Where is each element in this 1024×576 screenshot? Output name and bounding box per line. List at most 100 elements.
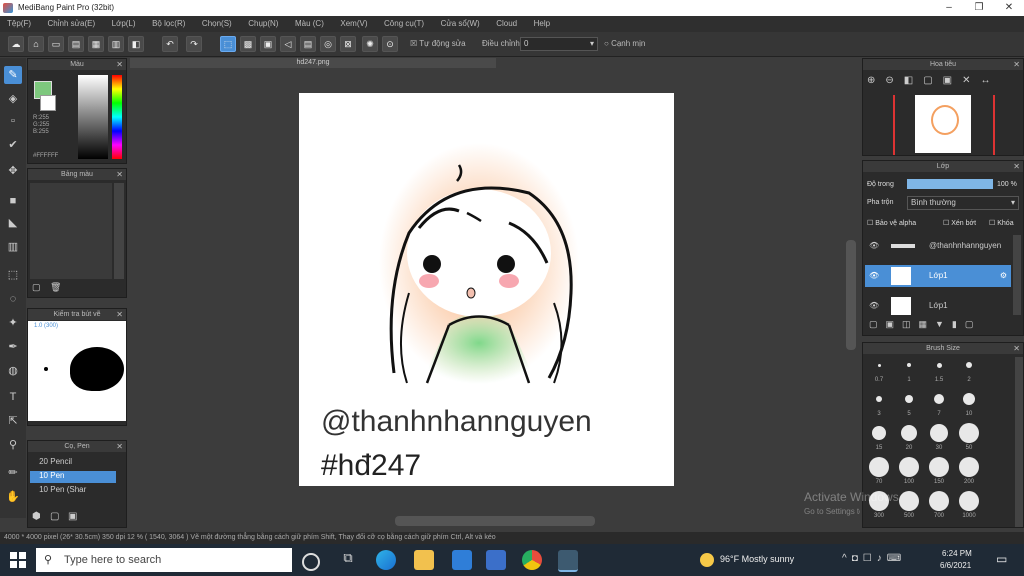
select-all-icon[interactable]: ⬚ — [220, 36, 236, 52]
clock-time[interactable]: 6:24 PM — [942, 549, 972, 558]
weather-sun-icon[interactable] — [700, 553, 714, 567]
palette-scrollbar[interactable] — [114, 183, 124, 279]
menu-snap[interactable]: Chụp(N) — [241, 16, 285, 32]
transform-icon[interactable]: ◁ — [280, 36, 296, 52]
vertical-scrollbar[interactable] — [846, 240, 856, 350]
file-explorer-icon[interactable] — [414, 550, 434, 570]
close-icon[interactable]: ✕ — [1013, 161, 1020, 172]
move-tool-icon[interactable]: ✥ — [4, 162, 22, 180]
bucket-tool-icon[interactable]: ◣ — [4, 214, 22, 232]
cortana-icon[interactable] — [302, 553, 320, 571]
edge-icon[interactable] — [376, 550, 396, 570]
hand-tool-icon[interactable]: ✋ — [4, 488, 22, 506]
redo-icon[interactable]: ↷ — [186, 36, 202, 52]
menu-file[interactable]: Tệp(F) — [0, 16, 38, 32]
snap-circle-icon[interactable]: ◎ — [320, 36, 336, 52]
brush-size-cell[interactable]: 7 — [927, 389, 951, 419]
close-button[interactable]: ✕ — [994, 0, 1024, 16]
auto-correct-checkbox[interactable]: ☒ Tự động sửa — [410, 39, 466, 48]
brush-size-cell[interactable]: 10 — [957, 389, 981, 419]
chrome-icon[interactable] — [522, 550, 542, 570]
brush-menu-icon[interactable]: ▣ — [68, 511, 77, 522]
menu-edit[interactable]: Chỉnh sửa(E) — [41, 16, 103, 32]
palette-area[interactable] — [30, 183, 112, 279]
snap-perspective-icon[interactable]: ⊠ — [340, 36, 356, 52]
menu-view[interactable]: Xem(V) — [333, 16, 374, 32]
layer-settings-icon[interactable]: ⚙ — [1000, 265, 1007, 287]
brush-size-cell[interactable]: 150 — [927, 457, 951, 487]
blend-select[interactable]: Bình thường ▾ — [907, 196, 1019, 210]
medibang-taskbar-icon[interactable] — [558, 550, 578, 572]
taskbar-search-input[interactable]: ⚲ Type here to search — [36, 548, 292, 572]
brush-settings-icon[interactable]: ▢ — [50, 511, 59, 522]
brush-size-cell[interactable]: 5 — [897, 389, 921, 419]
deselect-icon[interactable]: ▩ — [240, 36, 256, 52]
opacity-slider[interactable] — [907, 179, 993, 189]
snap-settings-icon[interactable]: ⊙ — [382, 36, 398, 52]
text-tool-icon[interactable]: T — [4, 388, 22, 406]
brush-size-cell[interactable]: 1.5 — [927, 355, 951, 385]
delete-palette-icon[interactable]: 🗑 — [50, 282, 62, 294]
brush-size-cell[interactable]: 1000 — [957, 491, 981, 521]
brush-size-cell[interactable]: 15 — [867, 423, 891, 453]
task-view-icon[interactable]: ⧉ — [338, 550, 358, 570]
brush-item-pencil[interactable]: 20 Pencil — [30, 457, 116, 469]
brush-size-cell[interactable]: 70 — [867, 457, 891, 487]
brush-size-cell[interactable]: 500 — [897, 491, 921, 521]
layer-row[interactable]: 👁 @thanhnhannguyen — [865, 235, 1011, 257]
chat-icon[interactable]: ▭ — [48, 36, 64, 52]
clock-date[interactable]: 6/6/2021 — [940, 561, 971, 570]
close-icon[interactable]: ✕ — [116, 169, 123, 180]
lasso-tool-icon[interactable]: ◌ — [4, 290, 22, 308]
snap-radial-icon[interactable]: ✺ — [362, 36, 378, 52]
dot-tool-icon[interactable]: ▫ — [4, 112, 22, 130]
antialias-checkbox[interactable]: ○ Cạnh mịn — [604, 39, 645, 48]
windows-start-icon[interactable] — [10, 552, 26, 568]
fill-rect-tool-icon[interactable]: ■ — [4, 192, 22, 210]
close-icon[interactable]: ✕ — [1013, 343, 1020, 354]
eraser-tool-icon[interactable]: ◈ — [4, 90, 22, 108]
saturation-field[interactable] — [78, 75, 108, 159]
layer-row[interactable]: 👁 Lớp1 — [865, 295, 1011, 317]
brush-item-pen[interactable]: 10 Pen — [30, 471, 116, 483]
close-icon[interactable]: ✕ — [116, 309, 123, 320]
cloud-icon[interactable]: ☁ — [8, 36, 24, 52]
minimize-button[interactable]: – — [934, 0, 964, 16]
check-tool-icon[interactable]: ✔ — [4, 136, 22, 154]
new-file-icon[interactable]: ▤ — [68, 36, 84, 52]
brush-size-cell[interactable]: 50 — [957, 423, 981, 453]
brush-size-cell[interactable]: 1 — [897, 355, 921, 385]
brush-size-cell[interactable]: 700 — [927, 491, 951, 521]
brush-size-cell[interactable]: 30 — [927, 423, 951, 453]
home-icon[interactable]: ⌂ — [28, 36, 44, 52]
select-pen-tool-icon[interactable]: ✒ — [4, 338, 22, 356]
brush-size-cell[interactable]: 100 — [897, 457, 921, 487]
layer-scrollbar[interactable] — [1013, 235, 1021, 315]
canvas[interactable]: @thanhnhannguyen #hđ247 — [299, 93, 674, 486]
brush-item-pen-sharp[interactable]: 10 Pen (Shar — [30, 485, 116, 497]
clipping-checkbox[interactable]: ☐ Xén bớt — [943, 219, 976, 227]
maximize-button[interactable]: ❐ — [964, 0, 994, 16]
gradient-tool-icon[interactable]: ▥ — [4, 238, 22, 256]
brush-size-scrollbar[interactable] — [1015, 357, 1023, 527]
brush-tool-icon[interactable]: ✎ — [4, 66, 22, 84]
eye-icon[interactable]: 👁 — [869, 235, 879, 257]
store-icon[interactable] — [452, 550, 472, 570]
hue-slider[interactable] — [112, 75, 122, 159]
add-brush-icon[interactable]: ⬢ — [32, 511, 41, 522]
brush-size-cell[interactable]: 2 — [957, 355, 981, 385]
close-icon[interactable]: ✕ — [1013, 59, 1020, 70]
brush-size-cell[interactable]: 200 — [957, 457, 981, 487]
canvas-tab[interactable]: hd247.png — [130, 58, 496, 68]
notification-icon[interactable]: ▭ — [996, 552, 1007, 566]
save-icon[interactable]: ▦ — [88, 36, 104, 52]
grid-icon[interactable]: ▥ — [108, 36, 124, 52]
horizontal-scrollbar[interactable] — [395, 516, 595, 526]
menu-cloud[interactable]: Cloud — [489, 16, 524, 32]
adjust-select[interactable]: 0 ▾ — [520, 37, 598, 51]
select-tool-icon[interactable]: ⬚ — [4, 266, 22, 284]
navigator-thumbnail[interactable] — [915, 95, 971, 153]
invert-icon[interactable]: ▣ — [260, 36, 276, 52]
mail-icon[interactable] — [486, 550, 506, 570]
system-tray-icons[interactable]: ^◘☐♪⌨ — [842, 553, 906, 564]
